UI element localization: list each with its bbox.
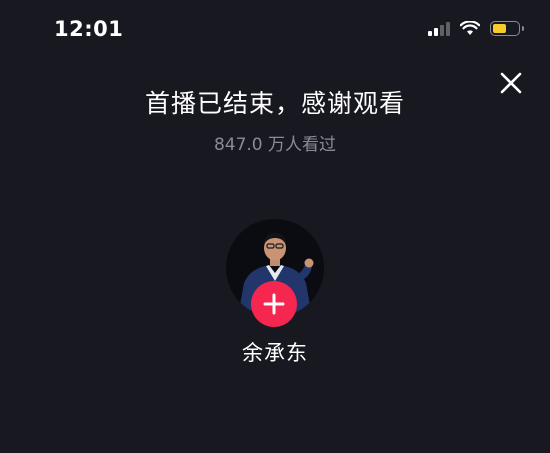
viewer-count: 847.0 万人看过: [213, 135, 337, 155]
status-icons: [428, 21, 524, 36]
live-ended-screen: 12:01 首播已结束，感谢观看 847.0 万人看过 余承东: [0, 0, 550, 453]
host-name[interactable]: 余承东: [0, 337, 550, 367]
live-ended-title: 首播已结束，感谢观看: [144, 89, 405, 118]
plus-icon: [263, 293, 285, 315]
follow-button[interactable]: [251, 281, 297, 327]
status-time: 12:01: [54, 17, 124, 41]
wifi-icon: [460, 21, 480, 35]
cellular-signal-icon: [428, 21, 450, 36]
battery-icon: [490, 21, 524, 36]
